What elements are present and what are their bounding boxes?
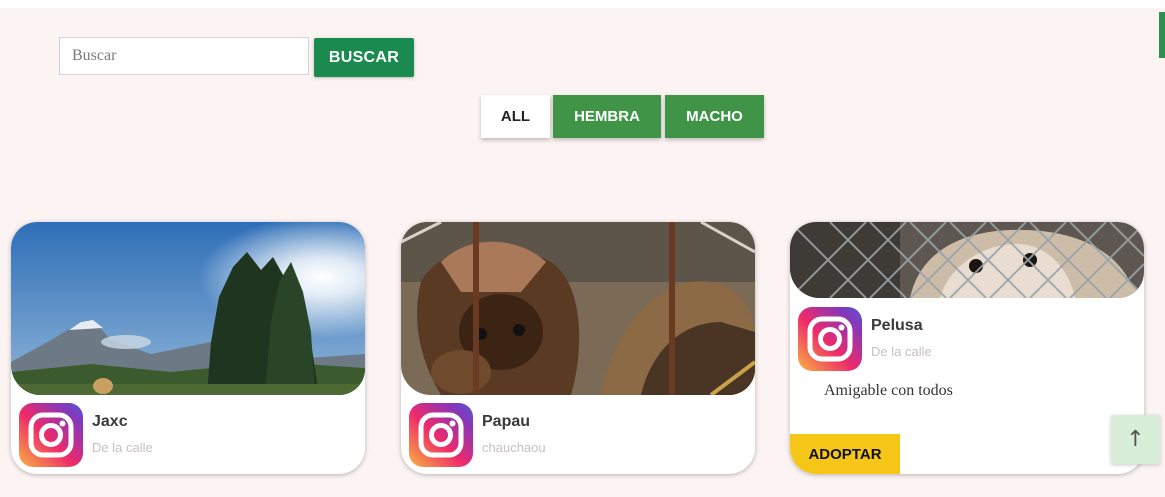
- filter-all-button[interactable]: ALL: [481, 95, 550, 138]
- pet-name: Jaxc: [92, 413, 128, 430]
- adopt-button[interactable]: ADOPTAR: [790, 434, 900, 474]
- pet-photo: [401, 222, 755, 395]
- pet-card[interactable]: Jaxc De la calle: [11, 222, 365, 474]
- pet-name: Papau: [482, 413, 531, 430]
- pet-origin: De la calle: [871, 344, 932, 359]
- scroll-to-top-button[interactable]: ↑: [1111, 415, 1160, 464]
- pet-origin: chauchaou: [482, 440, 546, 455]
- pet-card[interactable]: Papau chauchaou: [401, 222, 755, 474]
- pet-description: Amigable con todos: [824, 382, 953, 399]
- pet-photo: [790, 222, 1144, 298]
- filter-hembra-button[interactable]: HEMBRA: [553, 95, 661, 138]
- pet-origin: De la calle: [92, 440, 153, 455]
- edge-tab: [1159, 12, 1165, 58]
- pet-photo: [11, 222, 365, 395]
- instagram-icon: [409, 403, 473, 467]
- instagram-icon: [798, 307, 862, 371]
- search-input[interactable]: [59, 37, 309, 75]
- instagram-icon: [19, 403, 83, 467]
- pet-card[interactable]: Pelusa De la calle Amigable con todos AD…: [790, 222, 1144, 474]
- pet-name: Pelusa: [871, 317, 923, 334]
- search-button[interactable]: BUSCAR: [314, 38, 414, 77]
- pet-card-footer: Jaxc De la calle: [19, 403, 357, 467]
- filter-macho-button[interactable]: MACHO: [665, 95, 764, 138]
- pet-card-footer: Papau chauchaou: [409, 403, 747, 467]
- arrow-up-icon: ↑: [1126, 427, 1145, 452]
- pet-card-footer: Pelusa De la calle: [798, 307, 1136, 371]
